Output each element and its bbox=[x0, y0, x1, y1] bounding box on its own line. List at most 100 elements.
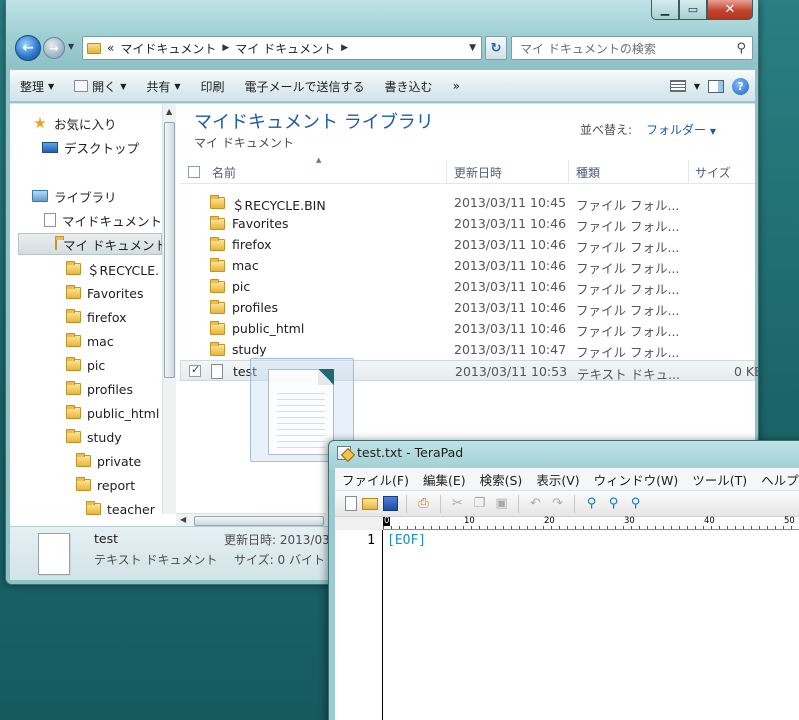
share-button[interactable]: 共有 ▼ bbox=[136, 78, 190, 95]
open-button[interactable]: 開く ▼ bbox=[64, 78, 136, 95]
column-divider[interactable] bbox=[688, 160, 689, 184]
menu-tools[interactable]: ツール(T) bbox=[685, 470, 754, 489]
chevron-down-icon[interactable]: ▼ bbox=[694, 82, 700, 91]
nav-folder[interactable]: study bbox=[66, 426, 122, 448]
nav-mydocs[interactable]: マイ ドキュメント bbox=[18, 233, 162, 255]
search-input[interactable]: マイ ドキュメントの検索 ⚲ bbox=[511, 36, 753, 60]
scrollbar-thumb[interactable] bbox=[164, 122, 175, 378]
breadcrumb-arrow-icon[interactable]: ▶ bbox=[222, 43, 229, 53]
refresh-button[interactable]: ↻ bbox=[485, 36, 507, 60]
cut-icon[interactable]: ✂ bbox=[449, 495, 466, 512]
find-previous-icon[interactable]: ⚲ bbox=[627, 495, 644, 512]
nav-folder[interactable]: firefox bbox=[66, 306, 127, 328]
toolbar-right: ▼ ? bbox=[669, 77, 755, 95]
copy-icon[interactable]: ❐ bbox=[471, 495, 488, 512]
redo-icon[interactable]: ↷ bbox=[549, 495, 566, 512]
nav-desktop[interactable]: デスクトップ bbox=[42, 136, 139, 158]
print-icon[interactable]: ⎙ bbox=[415, 495, 432, 512]
menu-help[interactable]: ヘルプ(H) bbox=[754, 470, 799, 489]
more-commands-button[interactable]: » bbox=[443, 79, 470, 93]
file-row[interactable]: firefox 2013/03/11 10:46 ファイル フォル... bbox=[180, 234, 755, 255]
nav-folder[interactable]: Favorites bbox=[66, 282, 143, 304]
close-button[interactable]: ✕ bbox=[707, 0, 753, 20]
recent-pages-dropdown[interactable]: ▼ bbox=[68, 42, 74, 51]
menu-search[interactable]: 検索(S) bbox=[473, 470, 530, 489]
file-type: ファイル フォル... bbox=[576, 345, 680, 360]
print-label: 印刷 bbox=[200, 79, 225, 94]
file-row[interactable]: ＄RECYCLE.BIN 2013/03/11 10:45 ファイル フォル..… bbox=[180, 192, 755, 213]
nav-folder[interactable]: report bbox=[76, 474, 135, 496]
column-divider[interactable] bbox=[446, 160, 447, 184]
address-bar[interactable]: « マイドキュメント ▶ マイ ドキュメント ▶ ▼ bbox=[82, 36, 482, 60]
sort-value: フォルダー bbox=[646, 123, 707, 137]
find-icon[interactable]: ⚲ bbox=[583, 495, 600, 512]
file-row[interactable]: profiles 2013/03/11 10:46 ファイル フォル... bbox=[180, 297, 755, 318]
sort-dropdown[interactable]: フォルダー ▼ bbox=[646, 121, 716, 138]
address-dropdown-icon[interactable]: ▼ bbox=[469, 43, 476, 53]
organize-button[interactable]: 整理 ▼ bbox=[10, 78, 64, 95]
minimize-button[interactable]: ▁ bbox=[651, 0, 679, 20]
email-button[interactable]: 電子メールで送信する bbox=[235, 78, 375, 95]
details-file-name: test bbox=[94, 531, 119, 546]
breadcrumb-segment[interactable]: マイドキュメント bbox=[120, 40, 216, 57]
preview-pane-icon[interactable] bbox=[708, 79, 724, 93]
column-size[interactable]: サイズ bbox=[695, 164, 731, 181]
undo-icon[interactable]: ↶ bbox=[527, 495, 544, 512]
file-row[interactable]: pic 2013/03/11 10:46 ファイル フォル... bbox=[180, 276, 755, 297]
view-options-icon[interactable] bbox=[669, 80, 686, 92]
file-row[interactable]: Favorites 2013/03/11 10:46 ファイル フォル... bbox=[180, 213, 755, 234]
scrollbar-thumb[interactable] bbox=[194, 516, 324, 526]
open-folder-icon[interactable] bbox=[362, 497, 378, 510]
breadcrumb-arrow-icon[interactable]: ▶ bbox=[341, 43, 348, 53]
nav-folder[interactable]: public_html bbox=[66, 402, 159, 424]
column-date[interactable]: 更新日時 bbox=[454, 164, 502, 181]
terapad-titlebar[interactable]: test.txt - TeraPad bbox=[337, 445, 463, 460]
breadcrumb-segment[interactable]: マイ ドキュメント bbox=[235, 40, 335, 57]
new-file-icon[interactable] bbox=[345, 496, 357, 511]
nav-favorites[interactable]: ★ お気に入り bbox=[32, 112, 116, 134]
file-row[interactable]: study 2013/03/11 10:47 ファイル フォル... bbox=[180, 339, 755, 360]
nav-folder[interactable]: private bbox=[76, 450, 141, 472]
burn-button[interactable]: 書き込む bbox=[375, 78, 443, 95]
select-all-checkbox[interactable] bbox=[188, 166, 200, 178]
content-horizontal-scrollbar[interactable]: ◀ bbox=[176, 513, 326, 527]
file-row[interactable]: public_html 2013/03/11 10:46 ファイル フォル... bbox=[180, 318, 755, 339]
library-icon bbox=[32, 190, 48, 202]
ruler-label: 50 bbox=[783, 516, 796, 526]
nav-folder[interactable]: teacher bbox=[86, 498, 155, 520]
text-editor[interactable]: 1 [EOF] bbox=[335, 530, 799, 720]
nav-libraries[interactable]: ライブラリ bbox=[32, 185, 117, 207]
menu-edit[interactable]: 編集(E) bbox=[416, 470, 473, 489]
nav-folder[interactable]: profiles bbox=[66, 378, 133, 400]
file-row[interactable]: mac 2013/03/11 10:46 ファイル フォル... bbox=[180, 255, 755, 276]
search-icon[interactable]: ⚲ bbox=[736, 41, 746, 56]
save-icon[interactable] bbox=[383, 496, 398, 511]
nav-folder[interactable]: mac bbox=[66, 330, 114, 352]
menu-view[interactable]: 表示(V) bbox=[529, 470, 586, 489]
terapad-client: ファイル(F) 編集(E) 検索(S) 表示(V) ウィンドウ(W) ツール(T… bbox=[335, 468, 799, 720]
nav-mydocs-library[interactable]: マイドキュメント bbox=[44, 209, 162, 231]
help-icon[interactable]: ? bbox=[732, 77, 749, 95]
print-button[interactable]: 印刷 bbox=[191, 78, 235, 95]
menu-window[interactable]: ウィンドウ(W) bbox=[587, 470, 686, 489]
menu-file[interactable]: ファイル(F) bbox=[335, 470, 416, 489]
file-name: pic bbox=[232, 279, 251, 294]
breadcrumb-overflow[interactable]: « bbox=[107, 41, 114, 55]
maximize-button[interactable]: ▭ bbox=[679, 0, 707, 20]
forward-button[interactable]: → bbox=[43, 37, 65, 59]
scroll-up-icon[interactable]: ▲ bbox=[166, 107, 172, 116]
nav-folder[interactable]: pic bbox=[66, 354, 105, 376]
scroll-left-icon[interactable]: ◀ bbox=[180, 515, 186, 524]
terapad-app-icon[interactable] bbox=[337, 445, 351, 460]
sort-label: 並べ替え: bbox=[580, 123, 633, 137]
nav-pane-scrollbar[interactable]: ▲ bbox=[162, 104, 176, 514]
paste-icon[interactable]: ▣ bbox=[493, 495, 510, 512]
column-name[interactable]: 名前 bbox=[212, 164, 236, 181]
row-checkbox[interactable] bbox=[189, 363, 201, 377]
back-button[interactable]: ← bbox=[15, 35, 41, 61]
column-type[interactable]: 種類 bbox=[576, 164, 600, 181]
chevron-down-icon: ▼ bbox=[68, 42, 75, 51]
column-divider[interactable] bbox=[568, 160, 569, 184]
find-next-icon[interactable]: ⚲ bbox=[605, 495, 622, 512]
nav-folder[interactable]: ＄RECYCLE. bbox=[66, 258, 159, 280]
